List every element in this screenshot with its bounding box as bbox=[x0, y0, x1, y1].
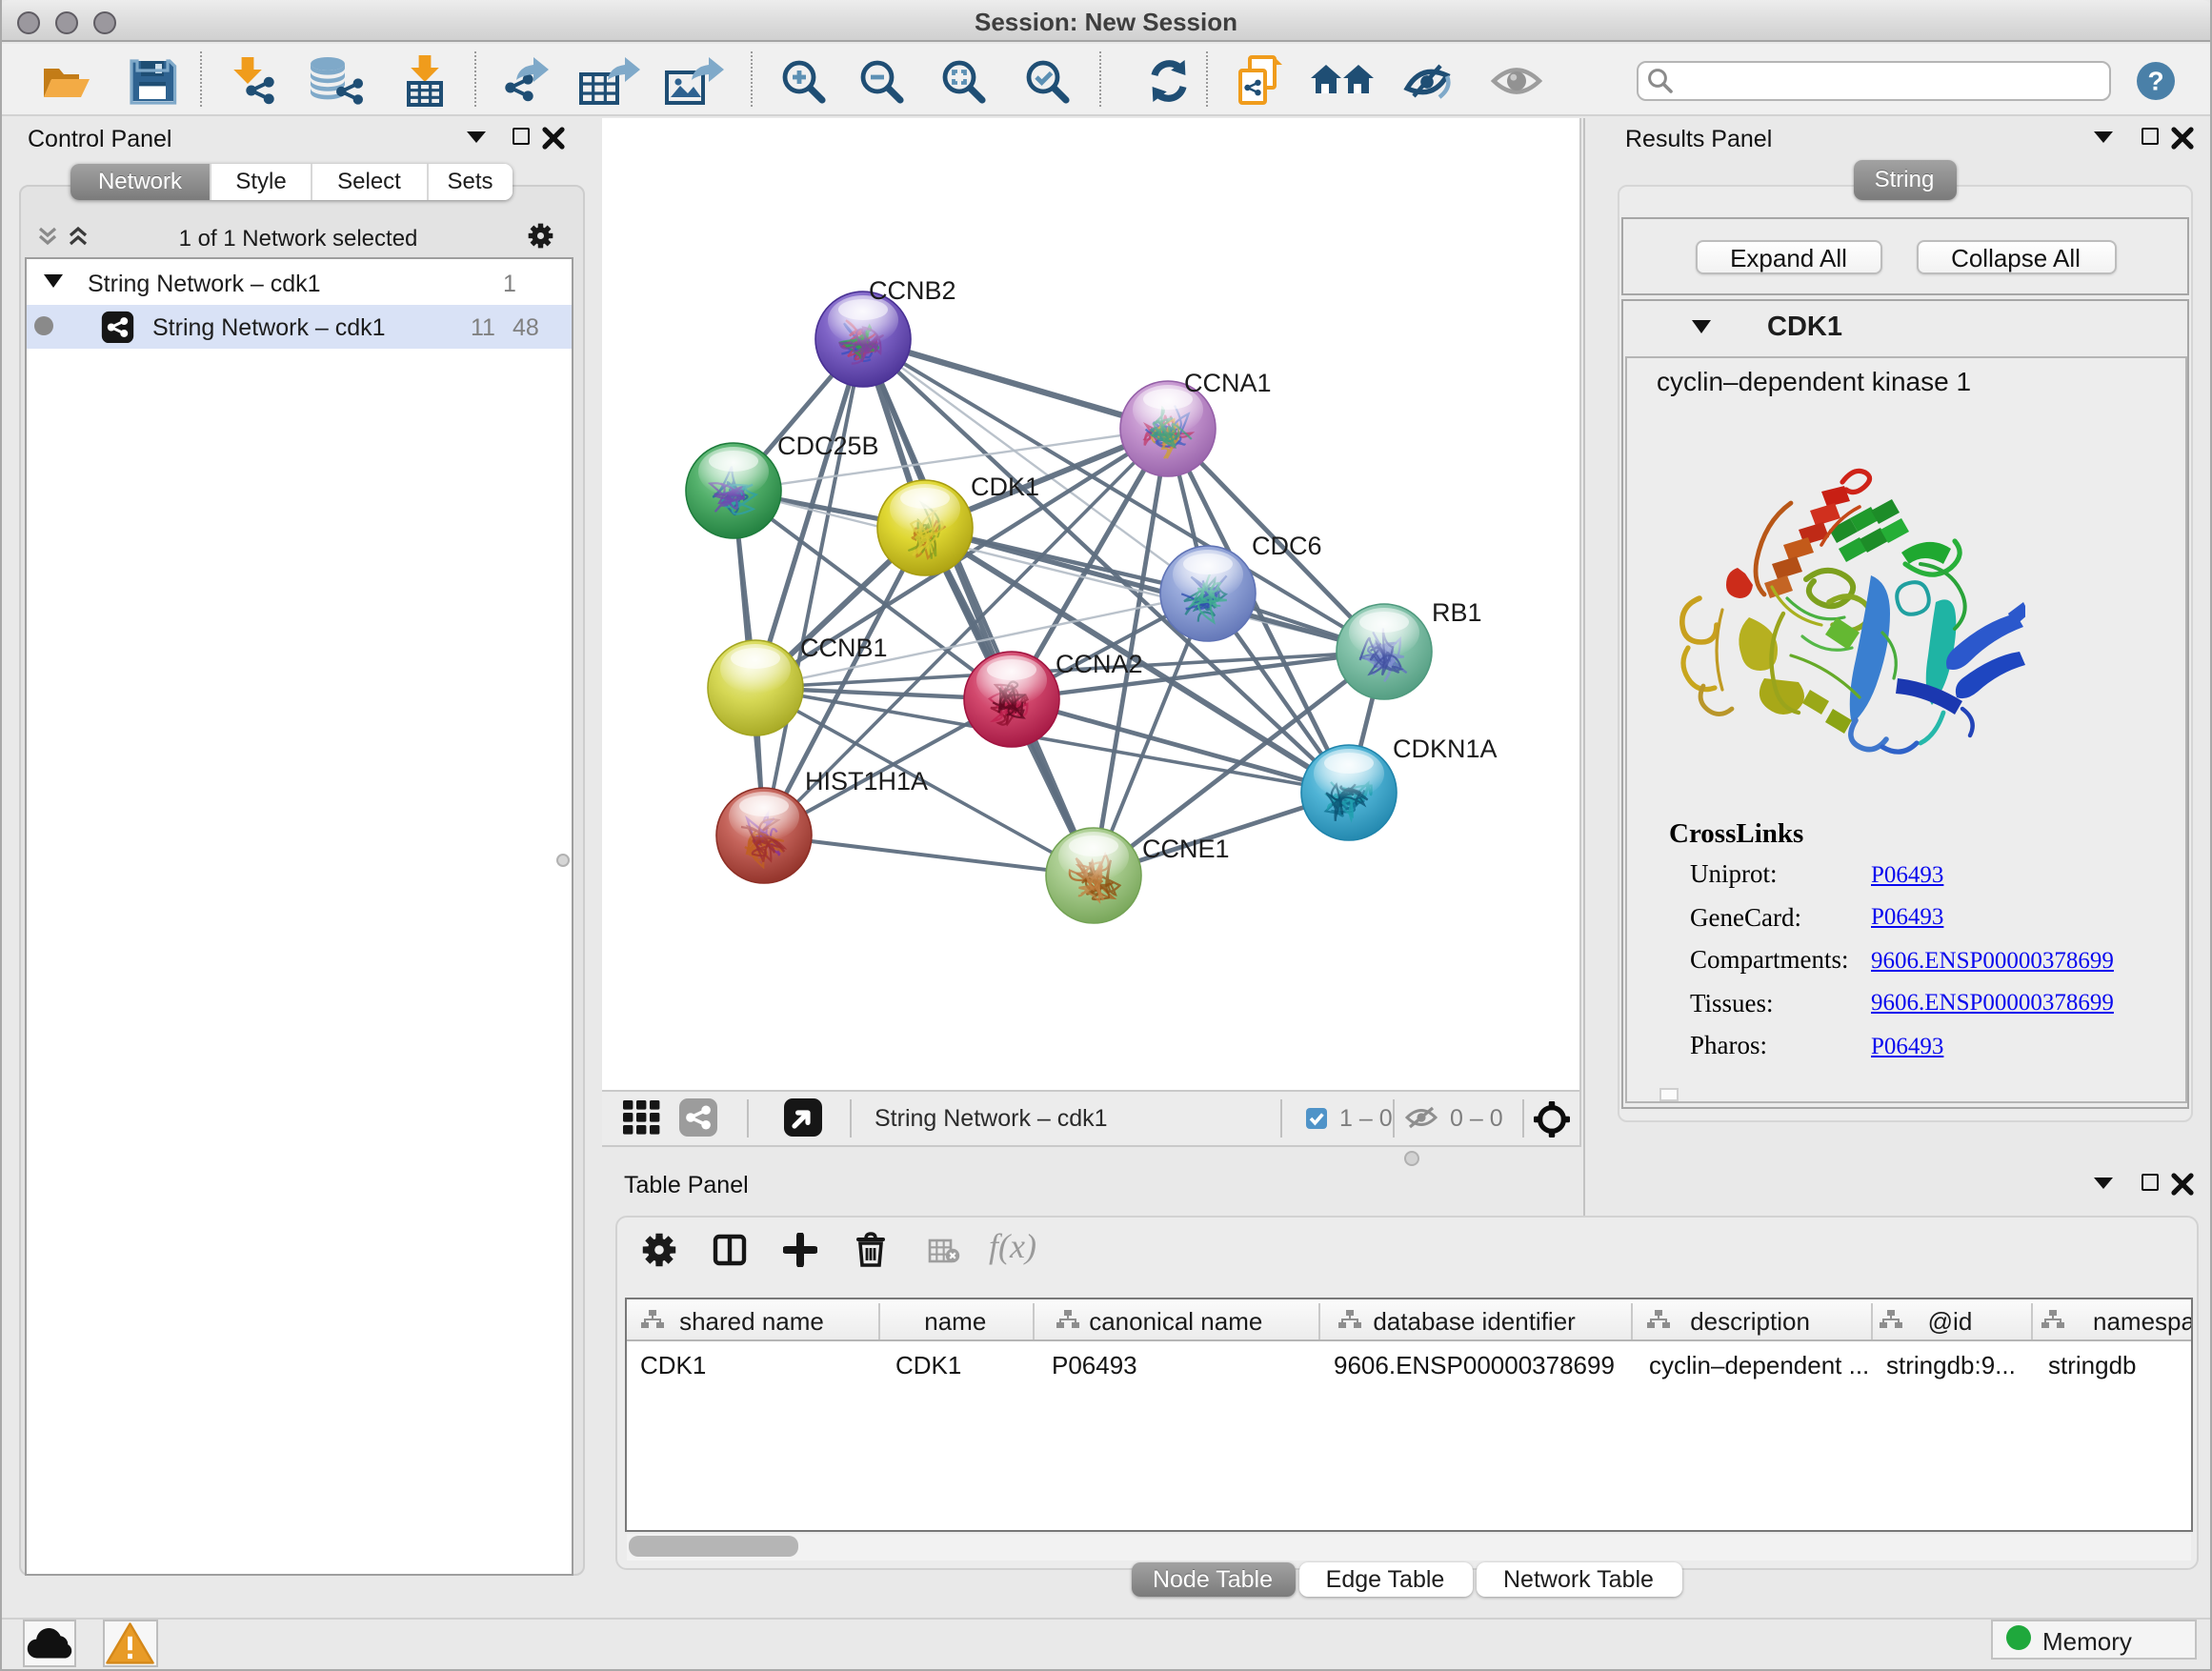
svg-text:CCNB1: CCNB1 bbox=[799, 633, 887, 661]
svg-text:CCNE1: CCNE1 bbox=[1141, 834, 1229, 862]
svg-text:CDK1: CDK1 bbox=[970, 472, 1038, 500]
svg-text:CCNB2: CCNB2 bbox=[868, 275, 955, 304]
svg-text:HIST1H1A: HIST1H1A bbox=[804, 766, 927, 795]
svg-text:CDC25B: CDC25B bbox=[776, 431, 878, 459]
svg-text:RB1: RB1 bbox=[1431, 597, 1481, 626]
svg-text:CCNA1: CCNA1 bbox=[1183, 368, 1271, 396]
svg-text:CDC6: CDC6 bbox=[1251, 531, 1321, 559]
svg-text:CDKN1A: CDKN1A bbox=[1392, 734, 1497, 762]
svg-text:CCNA2: CCNA2 bbox=[1055, 649, 1142, 677]
svg-text:?: ? bbox=[2146, 67, 2162, 96]
